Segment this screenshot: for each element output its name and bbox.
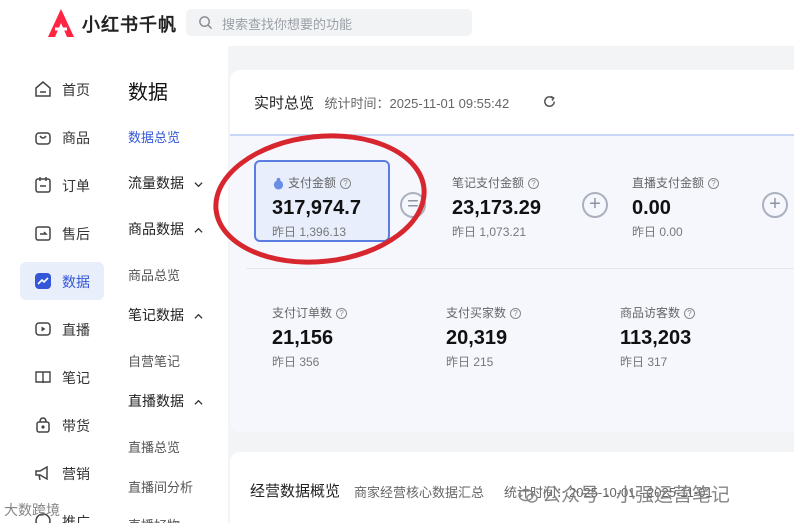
chevron-down-icon (194, 182, 203, 188)
nav-label: 首页 (62, 82, 90, 98)
nav-item-orders[interactable]: 订单 (20, 166, 104, 204)
subnav-group-label: 直播数据 (128, 393, 184, 409)
nav-item-live[interactable]: 直播 (20, 310, 104, 348)
realtime-title: 实时总览 (254, 95, 315, 112)
metric-visitor-count[interactable]: 商品访客数? 113,203 昨日 317 (620, 304, 760, 370)
home-icon (35, 81, 51, 97)
subnav-group-note[interactable]: 笔记数据 (128, 305, 203, 325)
metric-buyer-count[interactable]: 支付买家数? 20,319 昨日 215 (446, 304, 586, 370)
nav-item-marketing[interactable]: 营销 (20, 454, 104, 492)
nav-item-notes[interactable]: 笔记 (20, 358, 104, 396)
main-nav: 首页 商品 订单 售后 数据 直播 笔记 带货 营销 推广 (0, 46, 112, 523)
chevron-up-icon (194, 399, 203, 405)
subnav-product-overview[interactable]: 商品总览 (128, 265, 180, 284)
metric-note-pay-amount[interactable]: 笔记支付金额? 23,173.29 昨日 1,073.21 (452, 174, 592, 240)
megaphone-icon (35, 465, 48, 481)
search-placeholder: 搜索查找你想要的功能 (222, 17, 353, 32)
brand-name[interactable]: 小红书千帆 (82, 11, 177, 37)
subnav-group-product[interactable]: 商品数据 (128, 219, 203, 239)
watermark-left: 大数跨境 (4, 502, 60, 518)
nav-item-data[interactable]: 数据 (20, 262, 104, 300)
metric-label-row: 支付订单数? (272, 304, 412, 321)
live-icon (35, 322, 51, 336)
help-icon[interactable]: ? (336, 308, 348, 320)
nav-label: 售后 (62, 226, 90, 242)
metric-value: 0.00 (632, 197, 671, 219)
metric-label-row: 直播支付金额? (632, 174, 772, 191)
metric-value: 113,203 (620, 327, 692, 349)
realtime-header: 实时总览 统计时间：2025-11-01 09:55:42 (254, 92, 509, 113)
nav-label: 营销 (62, 466, 90, 482)
metric-yesterday: 昨日 215 (446, 355, 494, 369)
metric-label: 商品访客数 (620, 306, 681, 320)
nav-item-goods[interactable]: 带货 (20, 406, 104, 444)
nav-label: 数据 (62, 274, 90, 290)
nav-item-products[interactable]: 商品 (20, 118, 104, 156)
subnav-group-label: 笔记数据 (128, 307, 184, 323)
metric-value: 20,319 (446, 327, 508, 349)
plus-operator-icon: + (762, 192, 788, 218)
metric-yesterday: 昨日 1,073.21 (452, 225, 527, 239)
subnav-live-goods[interactable]: 直播好物 (128, 515, 180, 523)
nav-label: 订单 (62, 178, 90, 194)
brand-logo-icon[interactable] (44, 6, 78, 40)
business-title: 经营数据概览 (250, 483, 341, 500)
sub-nav: 数据 数据总览 流量数据 商品数据 商品总览 笔记数据 自营笔记 直播数据 直播… (112, 46, 228, 523)
realtime-stat-time: 统计时间：2025-11-01 09:55:42 (324, 96, 510, 111)
business-desc: 商家经营核心数据汇总 (354, 485, 485, 500)
aftersale-icon (35, 226, 51, 241)
nav-label: 推广 (62, 514, 90, 523)
subnav-live-overview[interactable]: 直播总览 (128, 437, 180, 456)
nav-item-aftersale[interactable]: 售后 (20, 214, 104, 252)
search-input[interactable]: 搜索查找你想要的功能 (186, 9, 472, 36)
nav-label: 直播 (62, 322, 90, 338)
refresh-icon[interactable] (542, 94, 557, 109)
subnav-live-analysis[interactable]: 直播间分析 (128, 477, 193, 496)
help-icon[interactable]: ? (528, 178, 540, 190)
watermark: 公众号 · 小强运营笔记 (518, 480, 730, 507)
note-icon (35, 371, 51, 384)
top-bar: 小红书千帆 搜索查找你想要的功能 (0, 0, 794, 46)
nav-label: 带货 (62, 418, 90, 434)
metric-label-row: 笔记支付金额? (452, 174, 592, 191)
chevron-up-icon (194, 313, 203, 319)
help-icon[interactable]: ? (510, 308, 522, 320)
nav-label: 商品 (62, 130, 90, 146)
search-icon (199, 16, 213, 30)
metric-order-count[interactable]: 支付订单数? 21,156 昨日 356 (272, 304, 412, 370)
bag-icon (35, 132, 51, 145)
chevron-up-icon (194, 227, 203, 233)
subnav-group-label: 商品数据 (128, 221, 184, 237)
metric-value: 23,173.29 (452, 197, 541, 219)
help-icon[interactable]: ? (684, 308, 696, 320)
subnav-group-label: 流量数据 (128, 175, 184, 191)
subnav-title: 数据 (128, 82, 168, 104)
wechat-icon (518, 488, 538, 503)
chart-icon (35, 273, 51, 289)
nav-label: 笔记 (62, 370, 90, 386)
metric-label: 笔记支付金额 (452, 176, 525, 190)
order-icon (35, 177, 51, 193)
metrics-divider (246, 268, 794, 269)
metric-label: 支付买家数 (446, 306, 507, 320)
metric-label-row: 支付买家数? (446, 304, 586, 321)
subnav-group-traffic[interactable]: 流量数据 (128, 173, 203, 193)
metric-label: 直播支付金额 (632, 176, 705, 190)
watermark-text: 公众号 · 小强运营笔记 (542, 485, 730, 506)
subnav-self-note[interactable]: 自营笔记 (128, 351, 180, 370)
metric-label-row: 商品访客数? (620, 304, 760, 321)
metric-value: 21,156 (272, 327, 334, 349)
nav-item-home[interactable]: 首页 (20, 70, 104, 108)
metric-yesterday: 昨日 0.00 (632, 225, 683, 239)
metric-label: 支付订单数 (272, 306, 333, 320)
subnav-data-overview[interactable]: 数据总览 (128, 127, 180, 146)
help-icon[interactable]: ? (708, 178, 720, 190)
subnav-group-live[interactable]: 直播数据 (128, 391, 203, 411)
metric-live-pay-amount[interactable]: 直播支付金额? 0.00 昨日 0.00 (632, 174, 772, 240)
plus-operator-icon: + (582, 192, 608, 218)
metric-yesterday: 昨日 317 (620, 355, 668, 369)
goods-icon (36, 417, 50, 433)
metric-yesterday: 昨日 356 (272, 355, 320, 369)
